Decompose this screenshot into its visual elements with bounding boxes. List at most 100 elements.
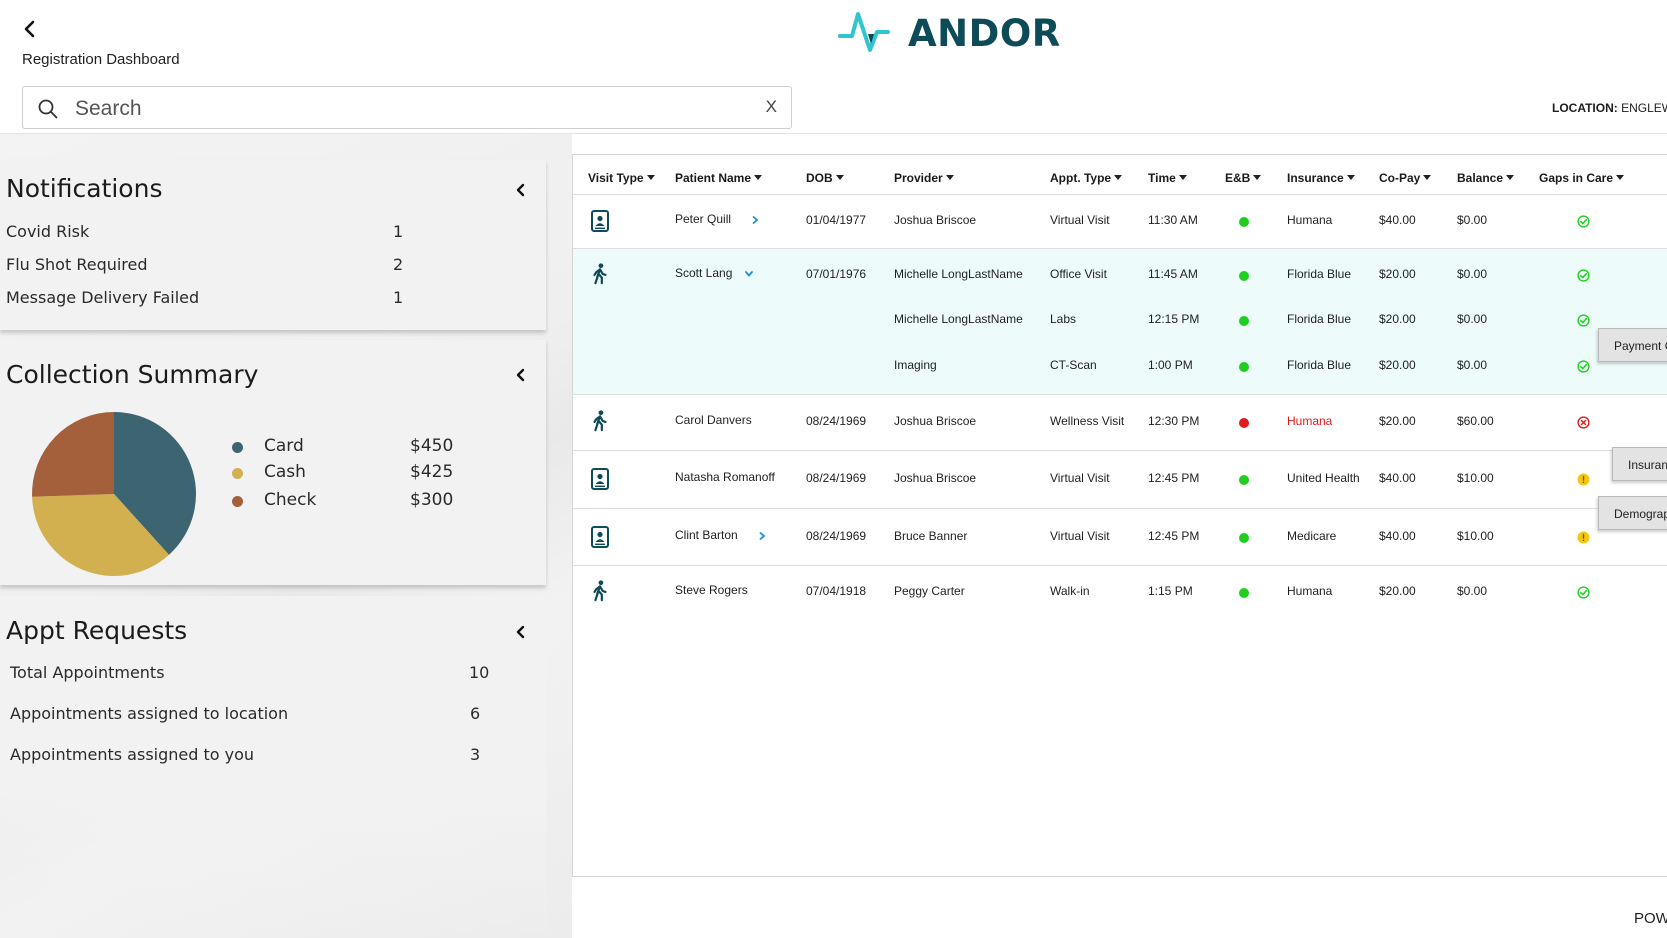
dob-cell: 08/24/1969: [806, 414, 867, 428]
column-header-patient-name[interactable]: Patient Name: [675, 171, 763, 185]
insurance-button[interactable]: Insuran: [1612, 447, 1667, 481]
appt-request-label[interactable]: Appointments assigned to location: [10, 704, 288, 723]
column-header-dob[interactable]: DOB: [806, 171, 844, 185]
appt-type-cell: Walk-in: [1050, 584, 1090, 598]
insurance-cell[interactable]: Humana: [1287, 213, 1332, 227]
patient-name[interactable]: Scott Lang: [675, 266, 732, 280]
appt-request-label[interactable]: Total Appointments: [10, 663, 165, 682]
provider-cell: Peggy Carter: [894, 584, 965, 598]
powered-by-text: POW: [1634, 910, 1667, 927]
time-cell: 11:45 AM: [1148, 267, 1198, 281]
location-indicator: LOCATION: ENGLEWO: [1552, 101, 1667, 115]
expand-chevron-down-icon[interactable]: [744, 269, 754, 279]
collapse-chevron-icon[interactable]: [514, 183, 528, 197]
patient-name[interactable]: Carol Danvers: [675, 413, 752, 427]
balance-cell: $0.00: [1457, 584, 1488, 598]
patient-name[interactable]: Natasha Romanoff: [675, 470, 775, 484]
column-header-appt-type[interactable]: Appt. Type: [1050, 171, 1123, 185]
balance-cell: $0.00: [1457, 358, 1488, 372]
time-cell: 12:45 PM: [1148, 529, 1200, 543]
appt-requests-panel: Appt Requests Total Appointments 10 Appo…: [0, 596, 546, 936]
collection-summary-panel: Collection Summary Card $450 Cash $425 Check…: [0, 340, 546, 585]
row-divider: [573, 248, 1667, 249]
copay-cell: $20.00: [1379, 358, 1416, 372]
clear-search-button[interactable]: X: [766, 97, 777, 117]
walk-in-person-icon: [593, 410, 607, 432]
gaps-warning-icon[interactable]: [1577, 531, 1590, 544]
balance-cell: $0.00: [1457, 312, 1488, 326]
legend-label: Card: [264, 436, 304, 456]
column-header-visit-type[interactable]: Visit Type: [588, 171, 655, 185]
appt-request-count: 3: [470, 745, 481, 764]
expand-chevron-right-icon[interactable]: [750, 215, 760, 225]
column-header-balance[interactable]: Balance: [1457, 171, 1515, 185]
gaps-ok-check-icon[interactable]: [1577, 215, 1590, 228]
insurance-cell[interactable]: United Health: [1287, 471, 1360, 485]
gaps-warning-icon[interactable]: [1577, 473, 1590, 486]
insurance-cell[interactable]: Florida Blue: [1287, 267, 1351, 281]
time-cell: 11:30 AM: [1148, 213, 1198, 227]
gaps-ok-check-icon[interactable]: [1577, 269, 1590, 282]
sort-caret-icon: [1346, 175, 1355, 180]
sort-caret-icon: [646, 175, 655, 180]
appt-type-cell: Virtual Visit: [1050, 471, 1110, 485]
notification-label[interactable]: Message Delivery Failed: [6, 288, 199, 307]
search-input[interactable]: [73, 93, 717, 125]
walk-in-person-icon: [593, 580, 607, 602]
time-cell: 12:15 PM: [1148, 312, 1200, 326]
virtual-visit-tablet-icon: [591, 526, 609, 548]
dob-cell: 08/24/1969: [806, 471, 867, 485]
insurance-cell[interactable]: Humana: [1287, 584, 1332, 598]
notification-label[interactable]: Flu Shot Required: [6, 255, 148, 274]
appt-type-cell: Virtual Visit: [1050, 213, 1110, 227]
collapse-chevron-icon[interactable]: [514, 625, 528, 639]
balance-cell: $0.00: [1457, 213, 1488, 227]
column-header-time[interactable]: Time: [1148, 171, 1187, 185]
walk-in-person-icon: [593, 263, 607, 285]
collapse-chevron-icon[interactable]: [514, 368, 528, 382]
provider-cell: Joshua Briscoe: [894, 471, 977, 485]
column-header-copay[interactable]: Co-Pay: [1379, 171, 1432, 185]
sort-caret-icon: [1506, 175, 1515, 180]
insurance-cell[interactable]: Medicare: [1287, 529, 1336, 543]
time-cell: 12:30 PM: [1148, 414, 1200, 428]
legend-label: Cash: [264, 462, 306, 482]
copay-cell: $20.00: [1379, 267, 1416, 281]
page-title: Registration Dashboard: [22, 51, 180, 68]
balance-cell: $60.00: [1457, 414, 1494, 428]
appt-requests-title: Appt Requests: [6, 616, 188, 645]
eb-status-dot: [1239, 217, 1249, 227]
legend-value: $425: [410, 462, 454, 482]
insurance-cell[interactable]: Florida Blue: [1287, 312, 1351, 326]
sort-caret-icon: [835, 175, 844, 180]
registration-table: Visit Type Patient Name DOB Provider App…: [572, 154, 1667, 877]
appt-request-count: 6: [470, 704, 481, 723]
column-header-gaps-in-care[interactable]: Gaps in Care: [1539, 171, 1625, 185]
expand-chevron-right-icon[interactable]: [757, 531, 767, 541]
gaps-ok-check-icon[interactable]: [1577, 360, 1590, 373]
back-arrow-icon[interactable]: [20, 18, 40, 40]
gaps-error-x-icon[interactable]: [1577, 416, 1590, 429]
top-header: Registration Dashboard X ANDOR LOCATION:…: [0, 0, 1667, 134]
gaps-ok-check-icon[interactable]: [1577, 586, 1590, 599]
gaps-ok-check-icon[interactable]: [1577, 314, 1590, 327]
patient-name[interactable]: Peter Quill: [675, 212, 731, 226]
header-divider: [573, 194, 1667, 195]
insurance-cell[interactable]: Humana: [1287, 414, 1332, 428]
column-header-insurance[interactable]: Insurance: [1287, 171, 1355, 185]
notification-label[interactable]: Covid Risk: [6, 222, 89, 241]
time-cell: 12:45 PM: [1148, 471, 1200, 485]
eb-status-dot: [1239, 362, 1249, 372]
legend-value: $300: [410, 490, 454, 510]
sort-caret-icon: [754, 175, 763, 180]
column-header-eb[interactable]: E&B: [1225, 171, 1262, 185]
appt-request-label[interactable]: Appointments assigned to you: [10, 745, 254, 764]
patient-name[interactable]: Steve Rogers: [675, 583, 748, 597]
patient-name[interactable]: Clint Barton: [675, 528, 738, 542]
column-header-provider[interactable]: Provider: [894, 171, 954, 185]
insurance-cell[interactable]: Florida Blue: [1287, 358, 1351, 372]
virtual-visit-tablet-icon: [591, 468, 609, 490]
payment-button[interactable]: Payment C: [1598, 328, 1667, 362]
eb-status-dot: [1239, 271, 1249, 281]
demographics-button[interactable]: Demograp: [1598, 496, 1667, 530]
